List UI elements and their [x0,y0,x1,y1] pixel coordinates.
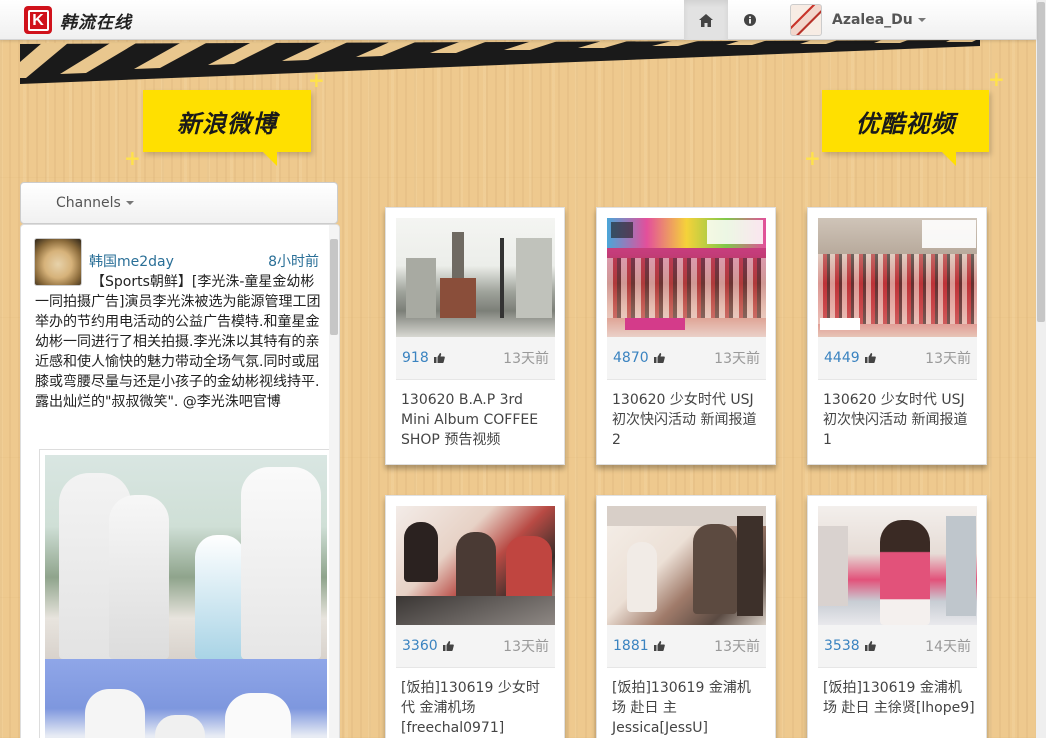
video-age: 13天前 [925,351,971,367]
thumbs-up-icon [653,641,665,651]
post-text: 【Sports朝鲜】[李光洙-童星金幼彬一同拍摄广告]演员李光洙被选为能源管理工… [35,274,321,410]
video-title[interactable]: 130620 B.A.P 3rd Mini Album COFFEE SHOP … [401,390,553,450]
video-card[interactable]: 4870 13天前 130620 少女时代 USJ 初次快闪活动 新闻报道 2 [596,207,776,465]
video-meta: 3360 13天前 [396,625,555,668]
likes-count[interactable]: 918 [402,350,445,366]
avatar [790,4,822,36]
feed-scroll-thumb[interactable] [330,239,338,335]
user-name: Azalea_Du [832,12,913,28]
brand[interactable]: K 韩流在线 [24,6,132,34]
post-image[interactable] [39,449,333,738]
chevron-down-icon [125,201,134,205]
post-author[interactable]: 韩国me2day [89,251,174,271]
video-card[interactable]: 1881 13天前 [饭拍]130619 金浦机场 赴日 主Jessica[Je… [596,495,776,738]
clapperboard-decoration [20,40,980,84]
channels-dropdown[interactable]: Channels [20,182,338,224]
video-title[interactable]: [饭拍]130619 金浦机场 赴日 主Jessica[JessU] [612,678,764,738]
video-meta: 918 13天前 [396,337,555,380]
page-scrollbar[interactable] [1036,0,1046,738]
sparkle-icon: + [988,67,1005,91]
likes-count[interactable]: 1881 [613,638,665,654]
video-age: 13天前 [503,351,549,367]
video-age: 13天前 [503,639,549,655]
video-title[interactable]: [饭拍]130619 少女时代 金浦机场 [freechal0971] [401,678,553,738]
video-thumbnail[interactable] [607,506,766,625]
video-card[interactable]: 3360 13天前 [饭拍]130619 少女时代 金浦机场 [freechal… [385,495,565,738]
home-button[interactable] [684,0,728,40]
thumbs-up-icon [653,353,665,363]
sparkle-icon: + [308,68,325,92]
thumbs-up-icon [864,353,876,363]
sparkle-icon: + [124,146,141,170]
page-scroll-thumb[interactable] [1037,2,1045,322]
video-age: 14天前 [925,639,971,655]
video-meta: 4449 13天前 [818,337,977,380]
feed-scrollbar[interactable] [329,225,339,738]
sparkle-icon: + [804,146,821,170]
post-photo [45,659,327,738]
likes-count[interactable]: 3360 [402,638,454,654]
video-title[interactable]: [饭拍]130619 金浦机场 赴日 主徐贤[lhope9] [823,678,975,718]
thumbs-up-icon [864,641,876,651]
channels-label: Channels [56,195,121,211]
top-navbar: K 韩流在线 Azalea_Du [0,0,1036,40]
video-thumbnail[interactable] [818,506,977,625]
info-button[interactable] [728,0,772,40]
likes-count[interactable]: 3538 [824,638,876,654]
video-card[interactable]: 4449 13天前 130620 少女时代 USJ 初次快闪活动 新闻报道 1 [807,207,987,465]
video-thumbnail[interactable] [818,218,977,337]
video-meta: 1881 13天前 [607,625,766,668]
user-menu[interactable]: Azalea_Du [790,4,926,36]
weibo-section-label: 新浪微博 [143,90,311,166]
video-thumbnail[interactable] [396,218,555,337]
weibo-feed: 韩国me2day 8小时前 【Sports朝鲜】[李光洙-童星金幼彬一同拍摄广告… [20,224,340,738]
video-meta: 4870 13天前 [607,337,766,380]
youku-section-label: 优酷视频 [822,90,989,166]
post-time[interactable]: 8小时前 [268,251,319,271]
brand-title: 韩流在线 [60,12,132,33]
video-card[interactable]: 3538 14天前 [饭拍]130619 金浦机场 赴日 主徐贤[lhope9] [807,495,987,738]
video-age: 13天前 [714,639,760,655]
chevron-down-icon [917,18,926,22]
video-title[interactable]: 130620 少女时代 USJ 初次快闪活动 新闻报道 1 [823,390,975,450]
brand-logo-icon: K [24,6,52,34]
video-age: 13天前 [714,351,760,367]
video-thumbnail[interactable] [607,218,766,337]
likes-count[interactable]: 4870 [613,350,665,366]
post-photo [45,455,327,659]
video-title[interactable]: 130620 少女时代 USJ 初次快闪活动 新闻报道 2 [612,390,764,450]
likes-count[interactable]: 4449 [824,350,876,366]
video-meta: 3538 14天前 [818,625,977,668]
thumbs-up-icon [442,641,454,651]
home-icon [699,13,713,27]
info-icon [744,14,756,26]
video-thumbnail[interactable] [396,506,555,625]
video-card[interactable]: 918 13天前 130620 B.A.P 3rd Mini Album COF… [385,207,565,465]
thumbs-up-icon [433,353,445,363]
